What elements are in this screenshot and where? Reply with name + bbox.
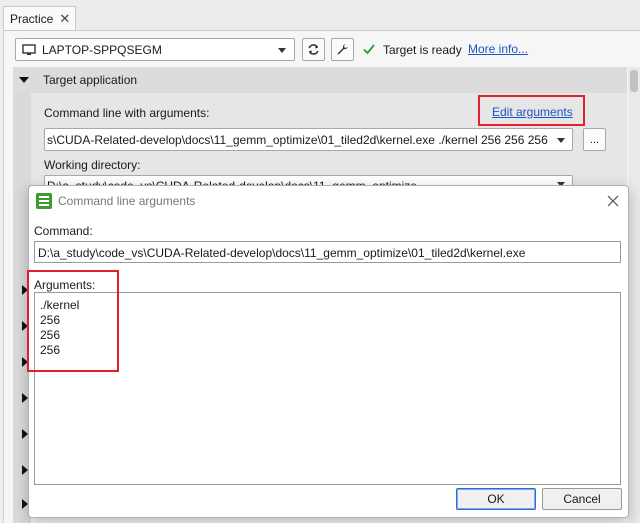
browse-button[interactable]: ... [583,128,606,151]
tab-practice[interactable]: Practice ✕ [3,6,76,30]
ok-button[interactable]: OK [456,488,536,510]
command-field[interactable]: D:\a_study\code_vs\CUDA-Related-develop\… [34,241,621,263]
edit-arguments-link[interactable]: Edit arguments [492,105,573,119]
settings-button[interactable] [331,38,354,61]
dialog-title-bar[interactable]: Command line arguments [28,185,629,217]
workdir-label: Working directory: [44,158,141,172]
cmdline-value: s\CUDA-Related-develop\docs\11_gemm_opti… [47,132,548,147]
cmdline-label: Command line with arguments: [44,106,210,120]
refresh-button[interactable] [302,38,325,61]
dialog-title: Command line arguments [58,194,196,208]
machine-select[interactable]: LAPTOP-SPPQSEGM [15,38,295,61]
section-title: Target application [43,73,138,87]
close-icon[interactable]: ✕ [59,11,70,27]
wrench-icon [337,44,348,55]
highlight-box [27,270,119,372]
section-header[interactable]: Target application [13,67,627,93]
list-icon [36,193,52,209]
tab-strip [0,0,640,30]
chevron-down-icon [278,48,286,53]
cancel-button[interactable]: Cancel [542,488,622,510]
scrollbar[interactable] [628,67,640,523]
check-icon [363,44,375,55]
refresh-icon [308,44,319,55]
more-info-link[interactable]: More info... [468,42,528,56]
command-value: D:\a_study\code_vs\CUDA-Related-develop\… [38,246,526,260]
status-text: Target is ready [383,43,462,57]
argument-line: 256 [40,313,61,327]
tab-title: Practice [10,11,54,26]
close-icon[interactable] [607,195,619,207]
collapse-icon[interactable] [19,77,29,83]
argument-line: 256 [40,328,61,342]
cmdline-input[interactable]: s\CUDA-Related-develop\docs\11_gemm_opti… [44,128,573,151]
argument-line: 256 [40,343,61,357]
arguments-textarea[interactable]: ./kernel 256 256 256 [34,292,621,485]
monitor-icon [22,43,36,55]
scrollbar-thumb[interactable] [630,70,638,92]
chevron-down-icon[interactable] [557,138,565,143]
argument-line: ./kernel [40,298,80,312]
command-label: Command: [34,224,93,238]
machine-name: LAPTOP-SPPQSEGM [42,42,162,57]
